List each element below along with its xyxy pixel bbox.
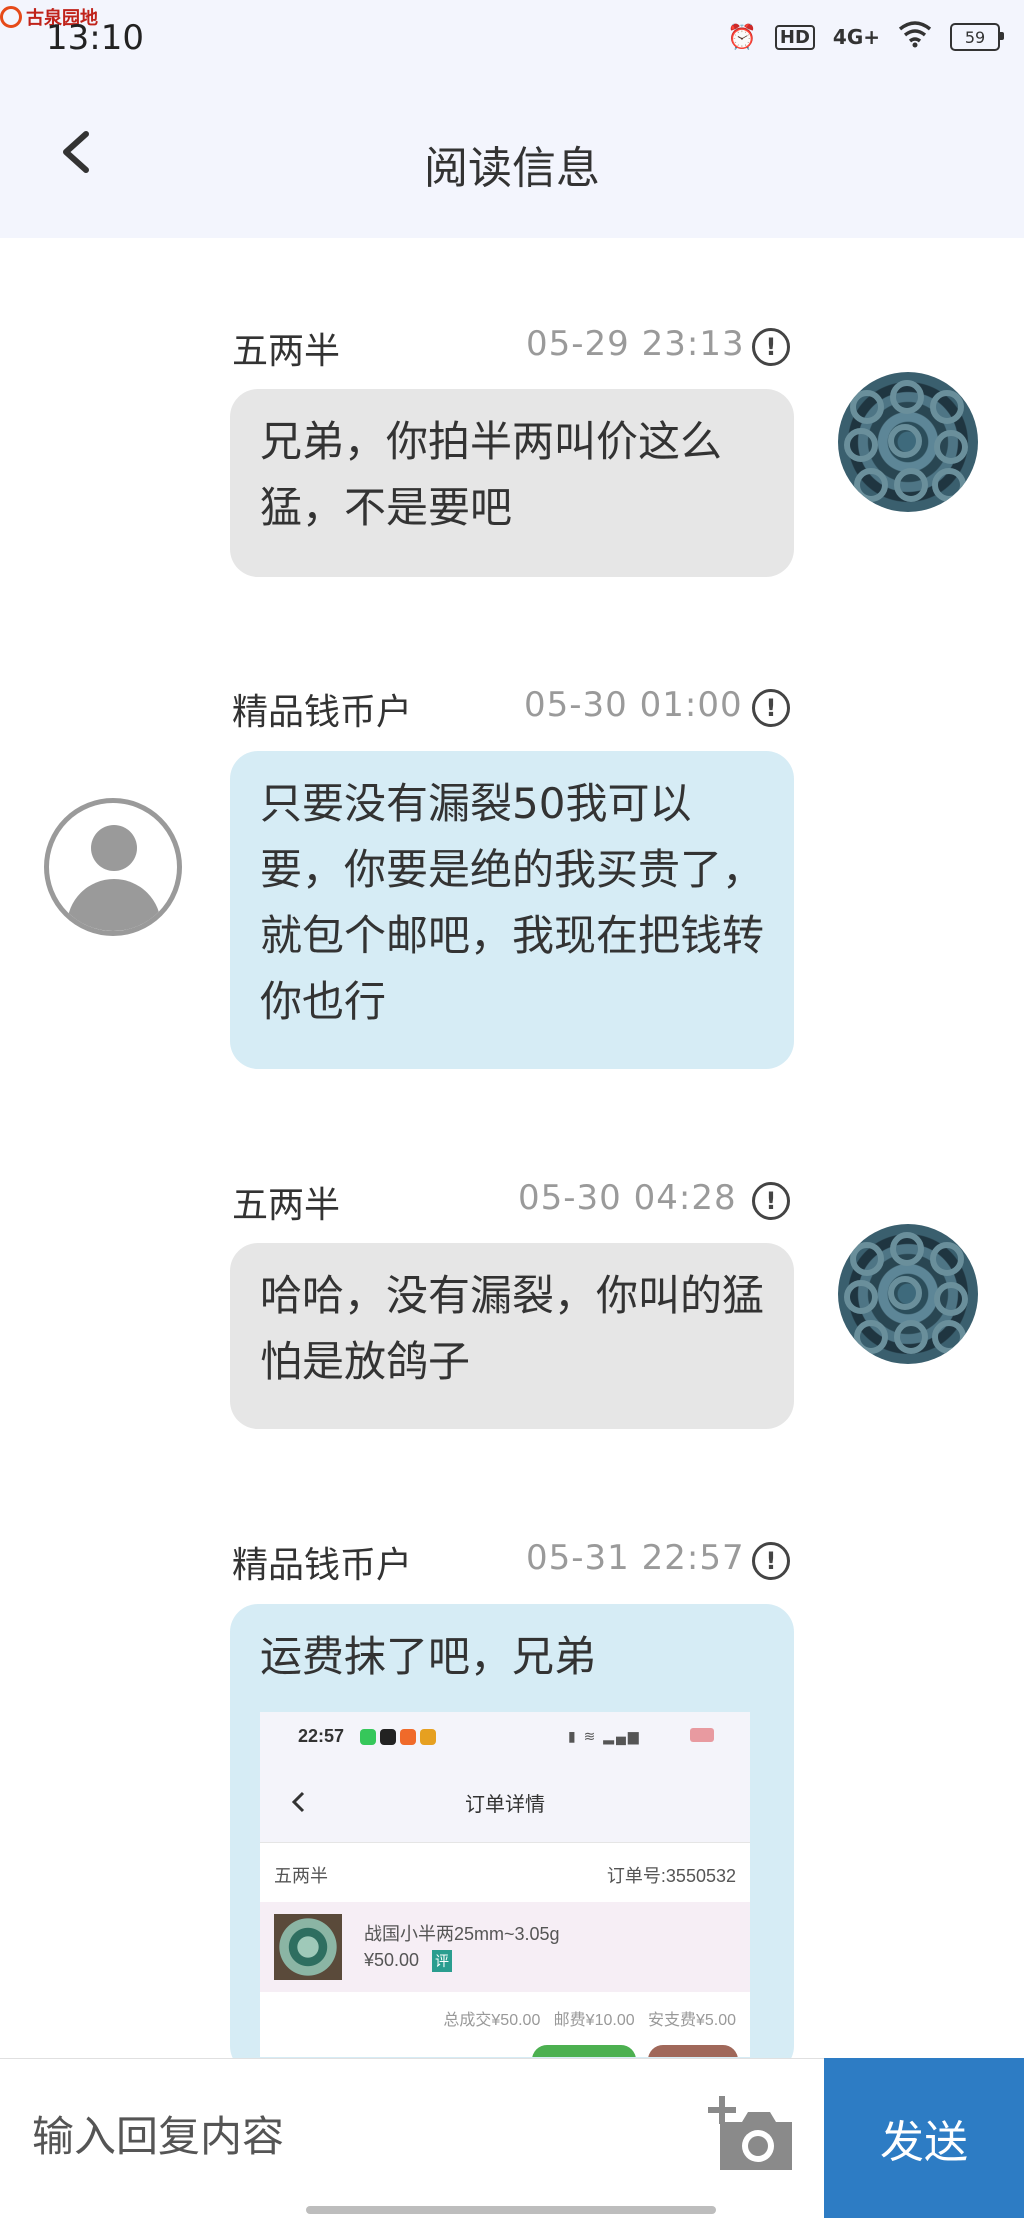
screenshot-price: ¥50.00 [364, 1950, 420, 1970]
battery-icon: 59 [950, 23, 1004, 51]
screenshot-green-button [532, 2045, 636, 2057]
report-alert-icon[interactable]: ! [752, 1542, 790, 1580]
reply-input[interactable] [30, 2100, 684, 2172]
screenshot-totals: 总成交¥50.00 邮费¥10.00 安支费¥5.00 [443, 2012, 736, 2029]
alarm-icon: ⏰ [727, 23, 757, 51]
home-indicator [306, 2206, 716, 2214]
message-sender: 五两半 [232, 1185, 341, 1226]
message-sender: 五两半 [232, 331, 341, 372]
message-time: 05-30 04:28 [518, 1178, 737, 1218]
brand-swirl-icon [0, 6, 22, 28]
screenshot-order-no: 订单号:3550532 [606, 1866, 736, 1886]
wechat-icon [360, 1729, 376, 1745]
message-bubble: 兄弟，你拍半两叫价这么猛，不是要吧 [230, 389, 794, 577]
message-text: 运费抹了吧，兄弟 [260, 1632, 597, 1681]
camera-button[interactable] [706, 2094, 798, 2174]
message-time: 05-29 23:13 [526, 324, 745, 364]
app-icon [400, 1729, 416, 1745]
status-time: 13:10 [46, 18, 144, 58]
message-bubble: 哈哈，没有漏裂，你叫的猛怕是放鸽子 [230, 1243, 794, 1429]
screenshot-order-row: 五两半 订单号:3550532 [260, 1842, 750, 1903]
status-icons: ⏰ HD 4G+ 59 [727, 20, 1004, 54]
report-alert-icon[interactable]: ! [752, 328, 790, 366]
report-alert-icon[interactable]: ! [752, 689, 790, 727]
hd-icon: HD [774, 24, 815, 50]
message-bubble: 只要没有漏裂50我可以要，你要是绝的我买贵了，就包个邮吧，我现在把钱转你也行 [230, 751, 794, 1069]
screenshot-seller: 五两半 [274, 1866, 328, 1886]
send-button[interactable]: 发送 [824, 2058, 1024, 2218]
avatar[interactable] [838, 372, 978, 512]
tiktok-icon [380, 1729, 396, 1745]
screenshot-time: 22:57 [298, 1726, 345, 1746]
avatar[interactable] [838, 1224, 978, 1364]
camera-add-icon [708, 2096, 792, 2170]
report-alert-icon[interactable]: ! [752, 1182, 790, 1220]
screenshot-item-name: 战国小半两25mm~3.05g [364, 1924, 560, 1944]
page-title: 阅读信息 [424, 143, 600, 194]
app-icon [420, 1729, 436, 1745]
message-time: 05-31 22:57 [526, 1538, 745, 1578]
signal-icon: 4G+ [832, 25, 880, 49]
screenshot-title: 订单详情 [465, 1794, 545, 1816]
message-sender: 精品钱币户 [232, 1545, 413, 1586]
default-avatar-icon [91, 825, 137, 871]
message-sender: 精品钱币户 [232, 692, 413, 733]
wifi-icon [898, 20, 932, 54]
coin-thumbnail [274, 1914, 342, 1980]
screenshot-item-row: 战国小半两25mm~3.05g ¥50.00 评 [260, 1902, 750, 1992]
screenshot-red-button [648, 2045, 738, 2057]
attached-image[interactable]: 22:57 ▮ ≋ ▂▄▆ 订单详情 五两半 订单号:3550532 战国小半两… [260, 1712, 750, 2057]
screenshot-header: 订单详情 [260, 1762, 750, 1843]
screenshot-battery-icon [690, 1728, 714, 1742]
screenshot-tag: 评 [432, 1950, 452, 1972]
avatar[interactable] [44, 798, 182, 936]
screenshot-status-bar: 22:57 ▮ ≋ ▂▄▆ [260, 1712, 750, 1762]
screenshot-status-icons: ▮ ≋ ▂▄▆ [568, 1728, 641, 1744]
message-time: 05-30 01:00 [524, 685, 743, 725]
